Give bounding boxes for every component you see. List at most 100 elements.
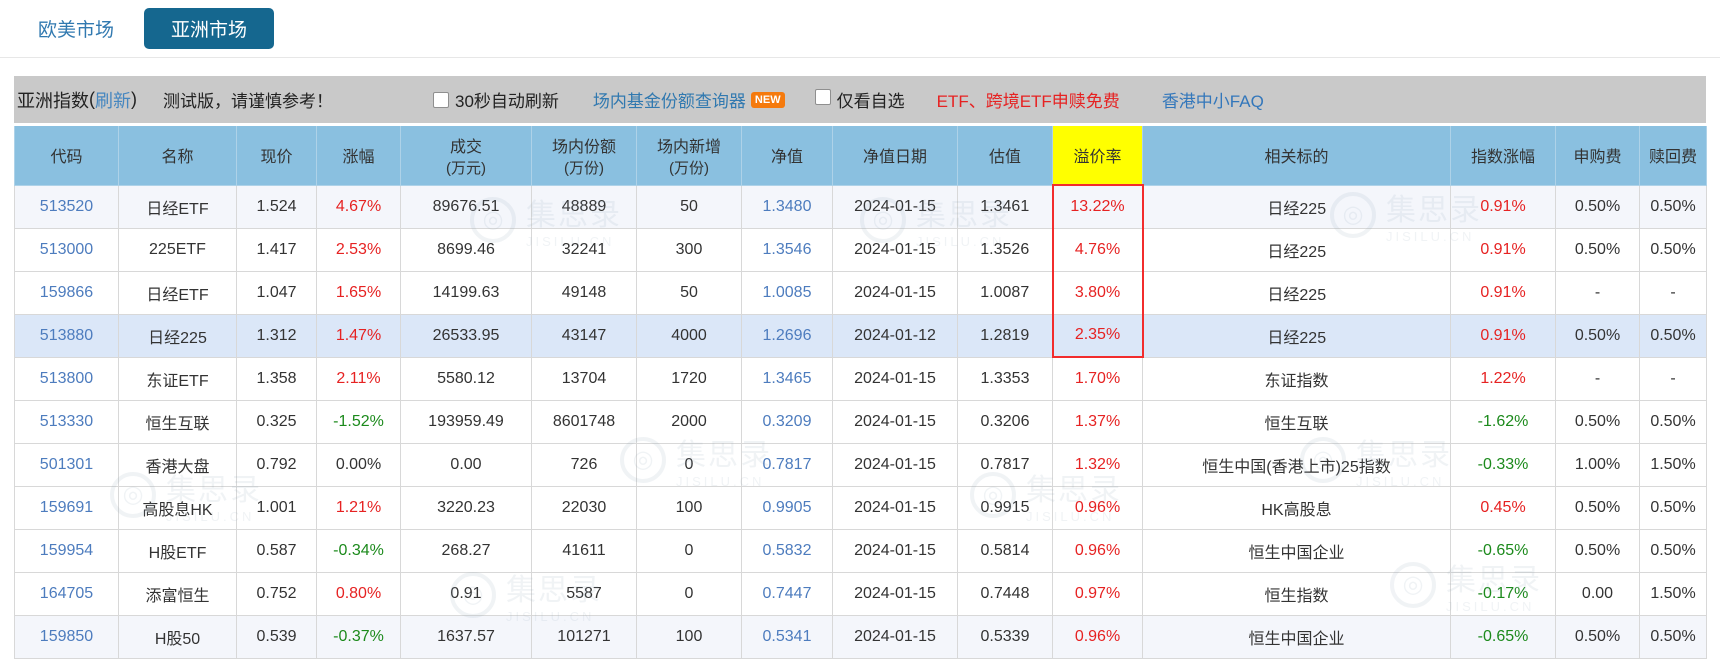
cell-nav: 1.2696 xyxy=(741,313,833,358)
watchlist-label: 仅看自选 xyxy=(836,92,905,111)
cell-name: 225ETF xyxy=(118,227,237,272)
fund-code-link[interactable]: 501301 xyxy=(40,456,93,473)
share-tool-link[interactable]: 场内基金份额查询器 xyxy=(593,87,746,112)
cell-index_change: -0.17% xyxy=(1450,571,1556,616)
fund-code-link[interactable]: 159691 xyxy=(40,499,93,516)
market-table: 代码 名称 现价 涨幅 成交 (万元) 场内份额 (万份) 场内新增 (万份) 净值 净值日期 估值 溢价… xyxy=(14,126,1707,659)
cell-turnover: 89676.51 xyxy=(400,184,532,229)
cell-shares: 22030 xyxy=(531,485,637,530)
column-header-code: 代码 xyxy=(14,126,119,186)
watchlist-checkbox[interactable] xyxy=(814,89,831,105)
cell-added: 300 xyxy=(636,227,742,272)
cell-index_change: -0.65% xyxy=(1450,614,1556,659)
fund-code-link[interactable]: 513800 xyxy=(40,370,93,387)
cell-turnover: 193959.49 xyxy=(400,399,532,444)
fund-code-link[interactable]: 159954 xyxy=(40,542,93,559)
cell-est: 1.0087 xyxy=(957,270,1053,315)
cell-change: 2.11% xyxy=(316,356,401,401)
cell-code: 513800 xyxy=(14,356,119,401)
cell-buy_fee: 1.00% xyxy=(1555,442,1640,487)
cell-sell_fee: - xyxy=(1639,356,1707,401)
cell-added: 2000 xyxy=(636,399,742,444)
fund-code-link[interactable]: 513330 xyxy=(40,413,93,430)
cell-name: H股50 xyxy=(118,614,237,659)
tab-asian-markets[interactable]: 亚洲市场 xyxy=(144,8,275,49)
auto-refresh-checkbox[interactable] xyxy=(433,91,449,108)
cell-target: 恒生指数 xyxy=(1142,571,1451,616)
cell-nav_date: 2024-01-15 xyxy=(832,399,958,444)
cell-index_change: -1.62% xyxy=(1450,399,1556,444)
cell-premium: 1.70% xyxy=(1052,356,1143,401)
cell-sell_fee: 0.50% xyxy=(1639,227,1707,272)
cell-sell_fee: - xyxy=(1639,270,1707,315)
fund-code-link[interactable]: 159850 xyxy=(40,628,93,645)
cell-index_change: 0.91% xyxy=(1450,270,1556,315)
column-header-added: 场内新增 (万份) xyxy=(636,126,742,186)
fund-code-link[interactable]: 164705 xyxy=(40,585,93,602)
cell-index_change: 0.45% xyxy=(1450,485,1556,530)
cell-added: 50 xyxy=(636,184,742,229)
cell-nav_date: 2024-01-12 xyxy=(832,313,958,358)
cell-nav: 1.3546 xyxy=(741,227,833,272)
cell-nav_date: 2024-01-15 xyxy=(832,442,958,487)
cell-est: 0.9915 xyxy=(957,485,1053,530)
fund-code-link[interactable]: 513000 xyxy=(40,241,93,258)
column-header-sell_fee: 赎回费 xyxy=(1639,126,1707,186)
hk-faq-link[interactable]: 香港中小FAQ xyxy=(1162,87,1264,112)
fund-code-link[interactable]: 513880 xyxy=(40,327,93,344)
cell-added: 0 xyxy=(636,571,742,616)
cell-added: 1720 xyxy=(636,356,742,401)
table-body: 513520 日经ETF 1.524 4.67% 89676.51 48889 50 1.34… xyxy=(14,184,1707,659)
cell-nav: 0.9905 xyxy=(741,485,833,530)
cell-shares: 49148 xyxy=(531,270,637,315)
cell-premium: 2.35% xyxy=(1051,313,1144,358)
cell-premium: 13.22% xyxy=(1051,184,1144,229)
cell-change: -0.34% xyxy=(316,528,401,573)
cell-price: 0.792 xyxy=(236,442,317,487)
fund-code-link[interactable]: 513520 xyxy=(40,198,93,215)
cell-shares: 8601748 xyxy=(531,399,637,444)
cell-target: 日经225 xyxy=(1142,227,1451,272)
cell-target: 日经225 xyxy=(1142,313,1451,358)
cell-target: 日经225 xyxy=(1142,270,1451,315)
cell-target: HK高股息 xyxy=(1142,485,1451,530)
tab-western-markets[interactable]: 欧美市场 xyxy=(38,15,114,42)
cell-premium: 1.32% xyxy=(1052,442,1143,487)
cell-added: 4000 xyxy=(636,313,742,358)
cell-nav_date: 2024-01-15 xyxy=(832,356,958,401)
cell-nav: 1.0085 xyxy=(741,270,833,315)
cell-turnover: 14199.63 xyxy=(400,270,532,315)
cell-nav: 0.5341 xyxy=(741,614,833,659)
cell-sell_fee: 1.50% xyxy=(1639,571,1707,616)
new-badge: NEW xyxy=(750,91,785,108)
cell-est: 1.3526 xyxy=(957,227,1053,272)
cell-sell_fee: 0.50% xyxy=(1639,184,1707,229)
cell-premium: 0.96% xyxy=(1052,528,1143,573)
column-header-price: 现价 xyxy=(236,126,317,186)
cell-shares: 101271 xyxy=(531,614,637,659)
cell-name: 香港大盘 xyxy=(118,442,237,487)
cell-turnover: 3220.23 xyxy=(400,485,532,530)
column-header-premium: 溢价率 xyxy=(1052,126,1143,186)
cell-est: 0.5814 xyxy=(957,528,1053,573)
cell-index_change: -0.65% xyxy=(1450,528,1556,573)
cell-nav: 0.3209 xyxy=(741,399,833,444)
cell-buy_fee: - xyxy=(1555,270,1640,315)
cell-name: 添富恒生 xyxy=(118,571,237,616)
cell-price: 0.587 xyxy=(236,528,317,573)
cell-added: 0 xyxy=(636,442,742,487)
refresh-link[interactable]: 刷新 xyxy=(95,87,131,113)
fund-code-link[interactable]: 159866 xyxy=(40,284,93,301)
cell-est: 0.5339 xyxy=(957,614,1053,659)
cell-shares: 43147 xyxy=(531,313,637,358)
table-row: 501301 香港大盘 0.792 0.00% 0.00 726 0 0.7817 2024-0… xyxy=(14,442,1707,487)
cell-price: 0.752 xyxy=(236,571,317,616)
cell-target: 东证指数 xyxy=(1142,356,1451,401)
cell-added: 0 xyxy=(636,528,742,573)
cell-target: 恒生中国(香港上市)25指数 xyxy=(1142,442,1451,487)
cell-price: 1.358 xyxy=(236,356,317,401)
cell-buy_fee: 0.00 xyxy=(1555,571,1640,616)
cell-name: 东证ETF xyxy=(118,356,237,401)
cell-change: -0.37% xyxy=(316,614,401,659)
cell-sell_fee: 0.50% xyxy=(1639,614,1707,659)
